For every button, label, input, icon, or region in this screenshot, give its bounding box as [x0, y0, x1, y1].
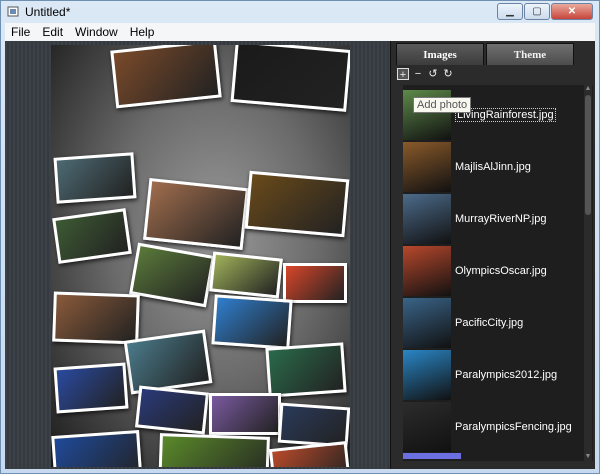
remove-icon[interactable]: − — [412, 68, 424, 80]
scroll-thumb[interactable] — [585, 95, 591, 215]
tab-images[interactable]: Images — [396, 43, 484, 65]
photo-cave[interactable] — [244, 170, 350, 238]
rotate-right-icon[interactable]: ↻ — [442, 68, 454, 80]
client-area: Images Theme + − ↺ ↻ Add photo LivingRai… — [5, 41, 595, 469]
menu-edit[interactable]: Edit — [36, 25, 69, 39]
list-item-label: Paralympics2012.jpg — [455, 369, 558, 381]
minimize-icon: ▁ — [506, 6, 514, 17]
image-list[interactable]: LivingRainforest.jpg MajlisAlJinn.jpg Murr… — [403, 85, 593, 461]
thumbnail — [403, 246, 451, 296]
canvas-area — [5, 41, 390, 469]
photo-sailboats[interactable] — [158, 433, 270, 467]
list-item[interactable]: PacificCity.jpg — [403, 297, 583, 349]
add-photo-tooltip: Add photo — [413, 97, 472, 113]
photo-dancers[interactable] — [143, 177, 249, 251]
photo-track[interactable] — [268, 441, 350, 467]
photo-bay[interactable] — [51, 429, 143, 467]
minimize-button[interactable]: ▁ — [497, 3, 523, 20]
thumbnail — [403, 142, 451, 192]
loading-progress — [403, 453, 461, 459]
photo-crayons[interactable] — [283, 263, 347, 303]
photo-fencing[interactable] — [277, 402, 350, 448]
add-icon[interactable]: + — [397, 68, 409, 81]
photo-leaves[interactable] — [209, 251, 283, 299]
photo-shoreline[interactable] — [123, 329, 213, 395]
photo-horse-carriage[interactable] — [230, 45, 350, 112]
title-bar[interactable]: Untitled* ▁ ▢ ✕ — [1, 1, 599, 23]
tab-theme[interactable]: Theme — [486, 43, 574, 65]
menu-window[interactable]: Window — [69, 25, 124, 39]
photo-crowd[interactable] — [110, 45, 222, 109]
list-item[interactable]: Paralympics2012.jpg — [403, 349, 583, 401]
list-item-label: MurrayRiverNP.jpg — [455, 213, 547, 225]
scrollbar[interactable]: ▲ ▼ — [584, 85, 592, 461]
list-item-label: MajlisAlJinn.jpg — [455, 161, 531, 173]
menu-bar: File Edit Window Help — [5, 23, 595, 41]
list-item-label: OlympicsOscar.jpg — [455, 265, 547, 277]
close-icon: ✕ — [567, 6, 577, 17]
collage-canvas[interactable] — [51, 45, 350, 467]
scroll-down-icon[interactable]: ▼ — [584, 453, 592, 461]
photo-birds[interactable] — [129, 242, 215, 308]
photo-beach-sunset[interactable] — [134, 385, 210, 435]
window-title: Untitled* — [25, 5, 71, 19]
thumbnail — [403, 194, 451, 244]
thumbnail — [403, 350, 451, 400]
list-item[interactable]: MurrayRiverNP.jpg — [403, 193, 583, 245]
thumbnail — [403, 402, 451, 452]
list-item[interactable]: OlympicsOscar.jpg — [403, 245, 583, 297]
side-panel: Images Theme + − ↺ ↻ Add photo LivingRai… — [390, 41, 595, 469]
list-item-label: PacificCity.jpg — [455, 317, 524, 329]
panel-tabs: Images Theme — [396, 43, 592, 65]
photo-waterfall[interactable] — [52, 208, 132, 264]
menu-help[interactable]: Help — [124, 25, 161, 39]
menu-file[interactable]: File — [5, 25, 36, 39]
photo-purple-sky[interactable] — [209, 393, 281, 435]
photo-river[interactable] — [265, 342, 347, 398]
maximize-icon: ▢ — [532, 6, 542, 17]
close-button[interactable]: ✕ — [551, 3, 593, 20]
list-item[interactable]: MajlisAlJinn.jpg — [403, 141, 583, 193]
photo-rocky-coast[interactable] — [53, 152, 137, 204]
photo-sunset-coast[interactable] — [52, 291, 140, 345]
list-item[interactable]: ParalympicsFencing.jpg — [403, 401, 583, 453]
photo-city-night[interactable] — [53, 362, 129, 414]
thumbnail — [403, 298, 451, 348]
scroll-up-icon[interactable]: ▲ — [584, 85, 592, 93]
app-icon — [7, 6, 19, 17]
rotate-left-icon[interactable]: ↺ — [427, 68, 439, 80]
image-toolbar: + − ↺ ↻ — [397, 67, 454, 81]
app-window: Untitled* ▁ ▢ ✕ File Edit Window Help Im… — [0, 0, 600, 474]
maximize-button[interactable]: ▢ — [524, 3, 550, 20]
list-item-label: ParalympicsFencing.jpg — [455, 421, 572, 433]
photo-swimmer[interactable] — [211, 294, 293, 350]
